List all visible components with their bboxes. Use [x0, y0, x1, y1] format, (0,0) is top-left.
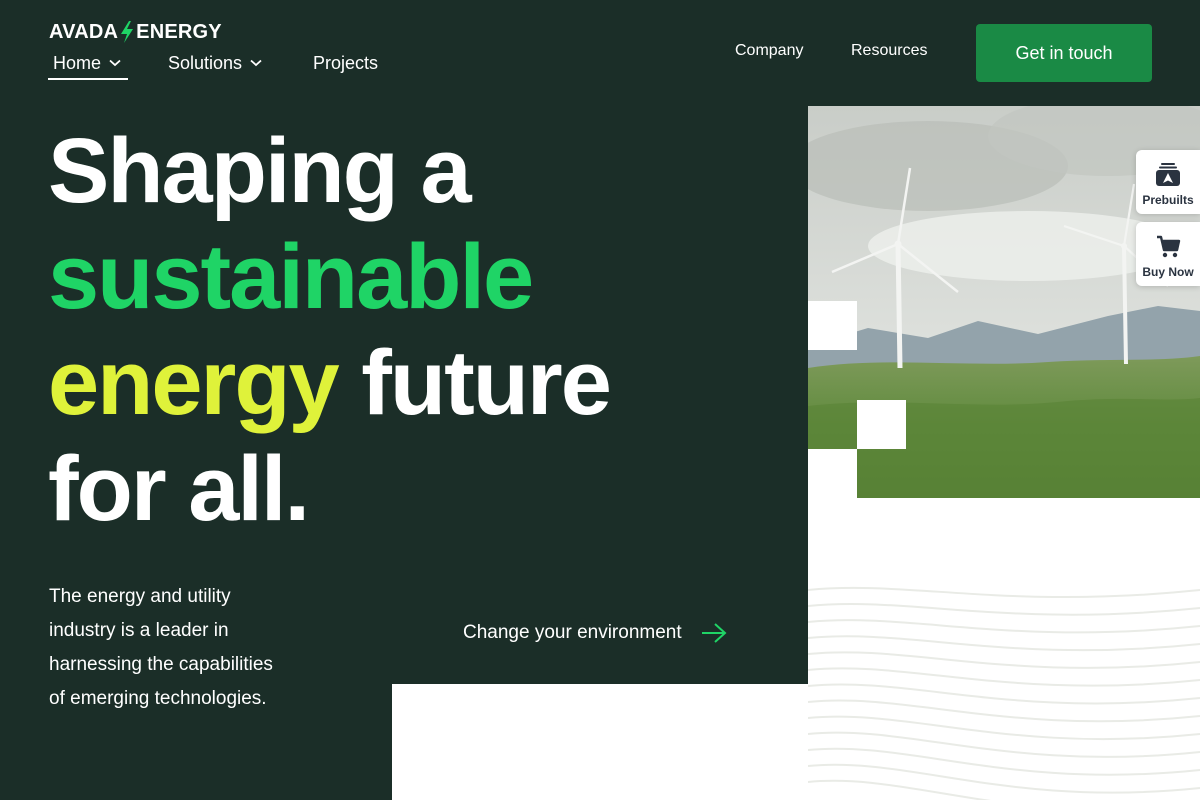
headline-line-3: energy future: [48, 330, 788, 436]
headline-line-2: sustainable: [48, 226, 534, 328]
nav-solutions[interactable]: Solutions: [168, 52, 262, 74]
nav-projects-label: Projects: [313, 52, 379, 73]
nav-projects[interactable]: Projects: [313, 52, 378, 74]
change-environment-link[interactable]: Change your environment: [463, 620, 728, 646]
hero-intro-text: The energy and utility industry is a lea…: [49, 586, 273, 709]
logo-text-left: AVADA: [49, 20, 119, 43]
headline-line-3-rest: future: [361, 332, 612, 434]
decorative-square: [808, 449, 857, 498]
prebuilts-button[interactable]: Prebuilts: [1136, 150, 1200, 214]
decorative-wave-pattern: [808, 586, 1200, 800]
headline-line-1: Shaping a: [48, 120, 472, 222]
decorative-square: [857, 400, 906, 449]
prebuilts-label: Prebuilts: [1142, 193, 1194, 207]
nav-home-label: Home: [53, 52, 102, 73]
chevron-down-icon: [250, 59, 262, 67]
buy-now-button[interactable]: Buy Now: [1136, 222, 1200, 286]
decorative-square: [808, 301, 857, 350]
nav-company[interactable]: Company: [735, 42, 803, 62]
cart-icon: [1157, 235, 1181, 258]
buy-now-label: Buy Now: [1142, 265, 1194, 279]
prebuilts-icon: [1156, 163, 1180, 186]
logo-text-right: ENERGY: [136, 20, 222, 43]
nav-resources[interactable]: Resources: [851, 42, 927, 62]
bolt-icon: [121, 21, 134, 43]
nav-home[interactable]: Home: [53, 52, 121, 74]
change-environment-label: Change your environment: [463, 622, 682, 643]
nav-active-indicator: [48, 78, 128, 80]
get-in-touch-button[interactable]: Get in touch: [976, 24, 1152, 82]
arrow-right-icon: [701, 623, 727, 643]
headline-line-4: for all.: [48, 438, 310, 540]
chevron-down-icon: [109, 59, 121, 67]
site-logo[interactable]: AVADA ENERGY: [49, 20, 222, 44]
nav-solutions-label: Solutions: [168, 52, 243, 73]
headline-accent-word: energy: [48, 332, 340, 434]
hero-headline: Shaping a sustainable energy future for …: [48, 118, 788, 542]
